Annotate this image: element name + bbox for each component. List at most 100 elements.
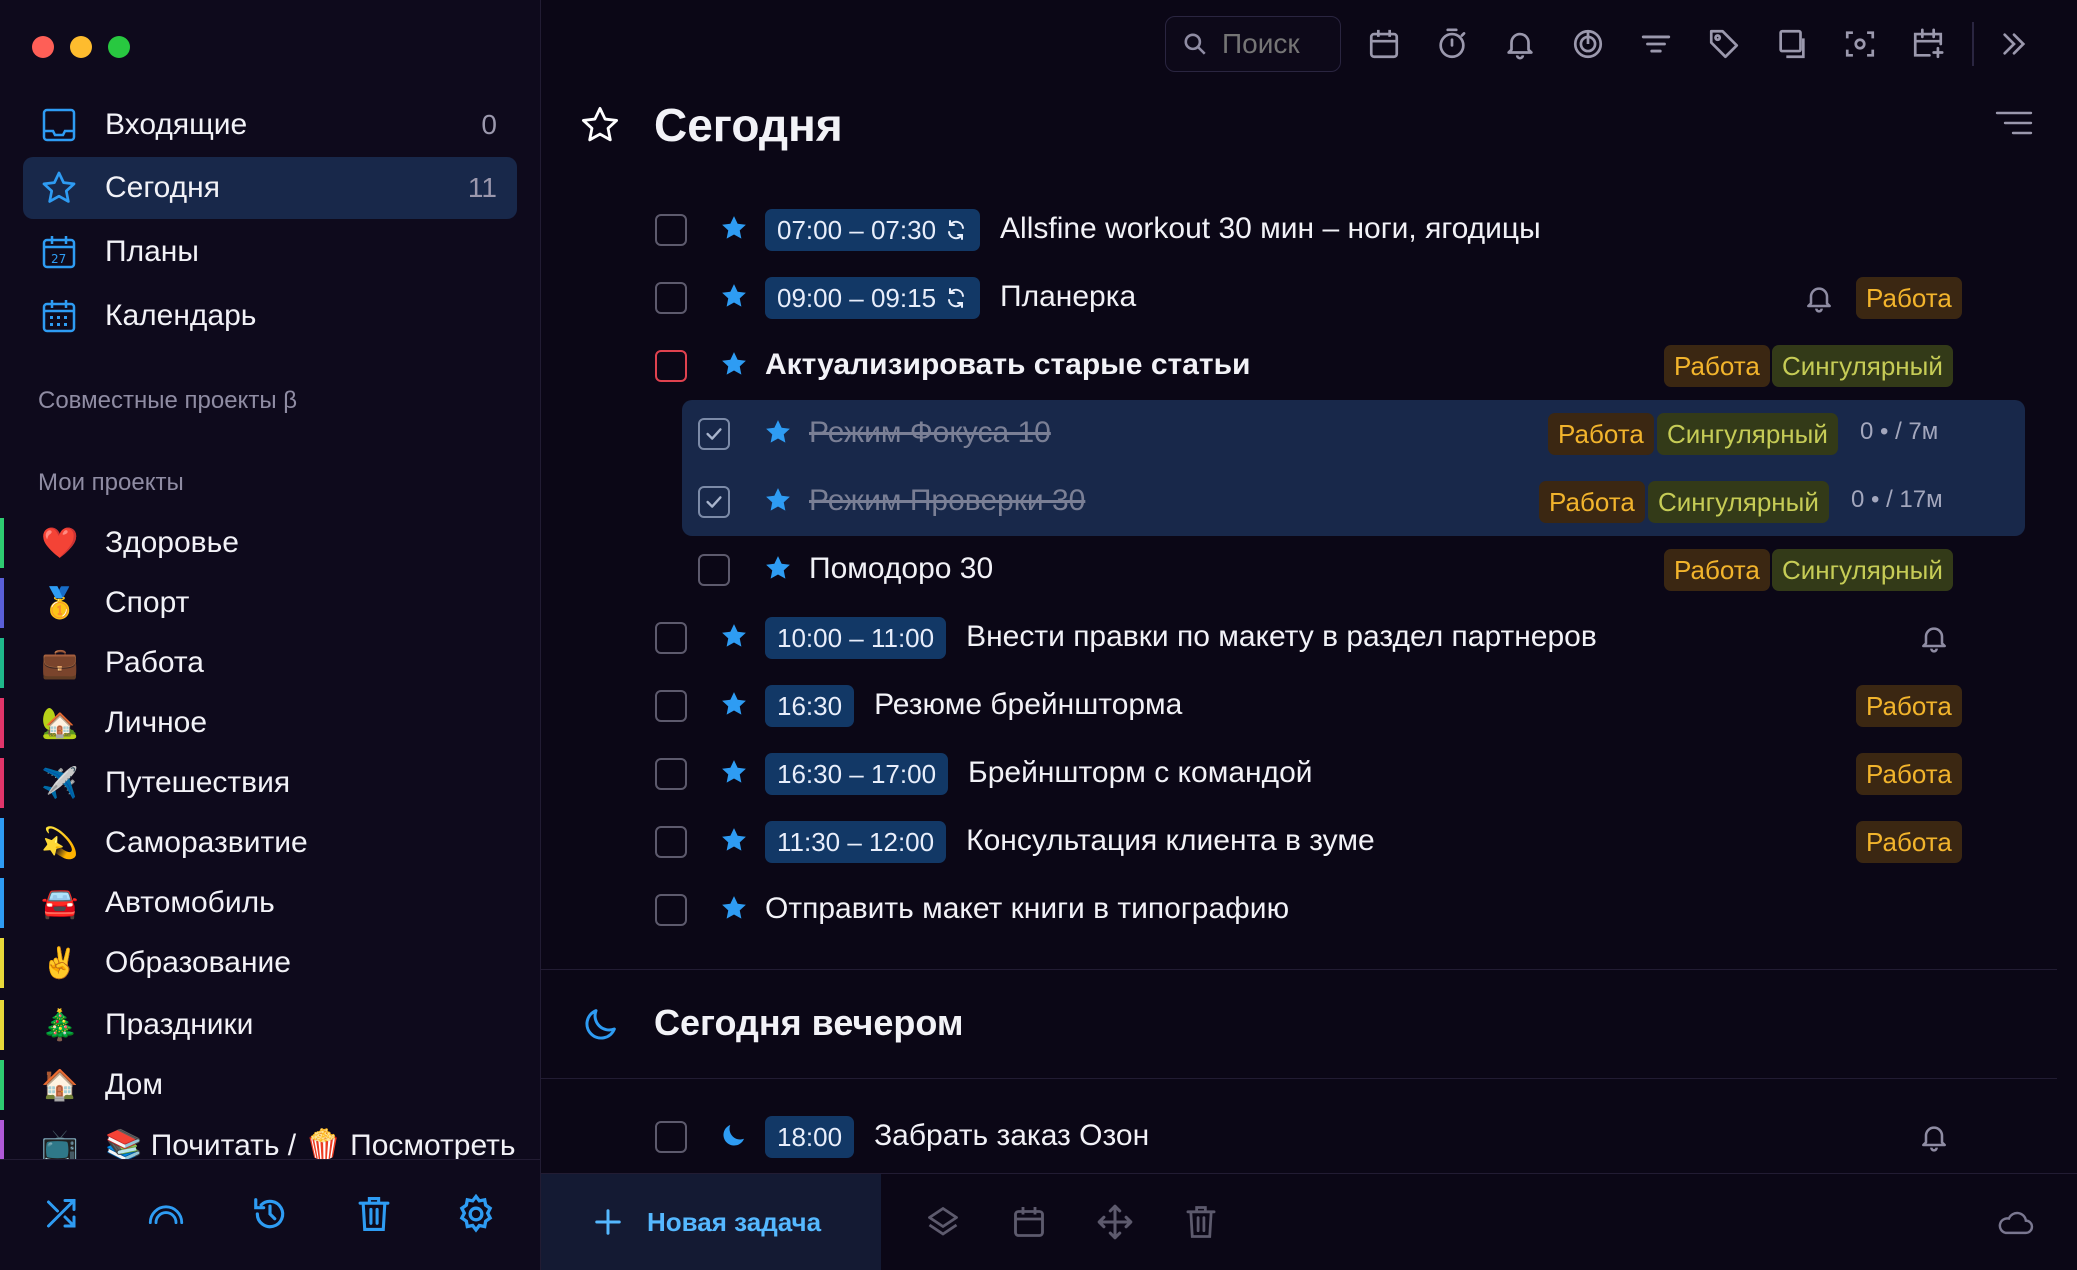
- task-checkbox[interactable]: [655, 622, 687, 654]
- tag-badge[interactable]: Работа: [1856, 753, 1962, 795]
- history-icon[interactable]: [246, 1190, 294, 1238]
- task-title[interactable]: Забрать заказ Озон: [874, 1119, 1149, 1153]
- trash-icon[interactable]: [1177, 1198, 1225, 1246]
- filter-icon[interactable]: [1634, 22, 1678, 66]
- tag-badge[interactable]: Работа: [1664, 345, 1770, 387]
- task-title[interactable]: Режим Проверки 30: [809, 484, 1085, 518]
- my-projects-header[interactable]: Мои проекты: [38, 469, 184, 497]
- minimize-window-button[interactable]: [70, 36, 92, 58]
- task-title[interactable]: Режим Фокуса 10: [809, 416, 1051, 450]
- add-calendar-icon[interactable]: [1906, 22, 1950, 66]
- bell-icon[interactable]: [1918, 622, 1950, 654]
- tag-badge[interactable]: Работа: [1539, 481, 1645, 523]
- task-title[interactable]: Планерка: [1000, 280, 1136, 314]
- zoom-window-button[interactable]: [108, 36, 130, 58]
- task-checkbox[interactable]: [655, 758, 687, 790]
- screenshot-icon[interactable]: [1838, 22, 1882, 66]
- task-time-badge[interactable]: 07:00 – 07:30: [765, 209, 981, 251]
- calendar-icon[interactable]: [1362, 22, 1406, 66]
- project-item[interactable]: 🎄 Праздники: [0, 996, 540, 1054]
- tag-icon[interactable]: [1702, 22, 1746, 66]
- task-checkbox[interactable]: [655, 826, 687, 858]
- task-checkbox[interactable]: [655, 350, 687, 382]
- task-title[interactable]: Резюме брейншторма: [874, 688, 1182, 722]
- tag-badge[interactable]: Сингулярный: [1657, 413, 1838, 455]
- sort-menu-icon[interactable]: [1995, 108, 2035, 142]
- task-title[interactable]: Брейншторм с командой: [968, 756, 1313, 790]
- project-item[interactable]: 🏠 Дом: [0, 1056, 540, 1114]
- tag-badge[interactable]: Сингулярный: [1772, 549, 1953, 591]
- cloud-sync-icon[interactable]: [1991, 1198, 2039, 1246]
- task-row[interactable]: 07:00 – 07:30 Allsfine workout 30 мин – н…: [541, 196, 2077, 264]
- nav-item-plans[interactable]: 27 Планы: [23, 221, 517, 283]
- tag-badge[interactable]: Работа: [1548, 413, 1654, 455]
- task-row[interactable]: 16:30 – 17:00 Брейншторм с командой Работа: [541, 740, 2077, 808]
- timer-icon[interactable]: [1430, 22, 1474, 66]
- task-title[interactable]: Актуализировать старые статьи: [765, 348, 1250, 382]
- task-checkbox[interactable]: [655, 282, 687, 314]
- project-item[interactable]: 🚘 Автомобиль: [0, 874, 540, 932]
- task-time-badge[interactable]: 11:30 – 12:00: [765, 821, 947, 863]
- task-checkbox[interactable]: [655, 1121, 687, 1153]
- task-checkbox[interactable]: [698, 554, 730, 586]
- task-row[interactable]: 18:00 Забрать заказ Озон: [541, 1103, 2077, 1171]
- task-checkbox[interactable]: [698, 486, 730, 518]
- task-row[interactable]: 10:00 – 11:00 Внести правки по макету в р…: [541, 604, 2077, 672]
- focus-mode-icon[interactable]: [1770, 22, 1814, 66]
- task-row[interactable]: Отправить макет книги в типографию: [541, 876, 2077, 944]
- task-row[interactable]: 16:30 Резюме брейншторма Работа: [541, 672, 2077, 740]
- task-row[interactable]: Актуализировать старые статьи Работа Сингу…: [541, 332, 2077, 400]
- bell-icon[interactable]: [1498, 22, 1542, 66]
- close-window-button[interactable]: [32, 36, 54, 58]
- move-icon[interactable]: [1091, 1198, 1139, 1246]
- search-input[interactable]: [1220, 27, 1334, 61]
- task-title[interactable]: Отправить макет книги в типографию: [765, 892, 1289, 926]
- nav-item-today[interactable]: Сегодня 11: [23, 157, 517, 219]
- chevrons-right-icon[interactable]: [1992, 22, 2036, 66]
- bell-icon[interactable]: [1918, 1121, 1950, 1153]
- task-title[interactable]: Консультация клиента в зуме: [966, 824, 1375, 858]
- task-checkbox[interactable]: [655, 894, 687, 926]
- bell-icon[interactable]: [1803, 282, 1835, 314]
- calendar-icon[interactable]: [1005, 1198, 1053, 1246]
- task-title[interactable]: Помодоро 30: [809, 552, 993, 586]
- task-row[interactable]: 11:30 – 12:00 Консультация клиента в зуме…: [541, 808, 2077, 876]
- task-time-badge[interactable]: 16:30 – 17:00: [765, 753, 949, 795]
- nav-item-calendar[interactable]: Календарь: [23, 285, 517, 347]
- task-time-badge[interactable]: 18:00: [765, 1116, 855, 1158]
- task-checkbox[interactable]: [655, 214, 687, 246]
- task-checkbox[interactable]: [698, 418, 730, 450]
- project-item[interactable]: 💼 Работа: [0, 634, 540, 692]
- task-row[interactable]: Режим Фокуса 10 Работа Сингулярный 0 • / 7м: [541, 400, 2077, 468]
- task-time-badge[interactable]: 16:30: [765, 685, 855, 727]
- project-item[interactable]: 🏡 Личное: [0, 694, 540, 752]
- task-title[interactable]: Allsfine workout 30 мин – ноги, ягодицы: [1000, 212, 1541, 246]
- tag-badge[interactable]: Работа: [1856, 277, 1962, 319]
- tag-badge[interactable]: Работа: [1856, 821, 1962, 863]
- project-item[interactable]: ✌️ Образование: [0, 934, 540, 992]
- speedometer-icon[interactable]: [142, 1190, 190, 1238]
- new-task-button[interactable]: Новая задача: [541, 1174, 881, 1270]
- tag-badge[interactable]: Работа: [1856, 685, 1962, 727]
- project-item[interactable]: ❤️ Здоровье: [0, 514, 540, 572]
- task-row[interactable]: Режим Проверки 30 Работа Сингулярный 0 • / …: [541, 468, 2077, 536]
- search-box[interactable]: [1165, 16, 1341, 72]
- task-checkbox[interactable]: [655, 690, 687, 722]
- shared-projects-header[interactable]: Совместные проекты β: [38, 387, 297, 415]
- task-time-badge[interactable]: 10:00 – 11:00: [765, 617, 947, 659]
- nav-item-inbox[interactable]: Входящие 0: [23, 94, 517, 156]
- project-item[interactable]: ✈️ Путешествия: [0, 754, 540, 812]
- pomodoro-icon[interactable]: [1566, 22, 1610, 66]
- tag-badge[interactable]: Сингулярный: [1772, 345, 1953, 387]
- shuffle-icon[interactable]: [38, 1190, 86, 1238]
- project-item[interactable]: 🥇 Спорт: [0, 574, 540, 632]
- task-row[interactable]: Помодоро 30 Работа Сингулярный: [541, 536, 2077, 604]
- task-row[interactable]: 09:00 – 09:15 Планерка Работа: [541, 264, 2077, 332]
- project-item[interactable]: 💫 Саморазвитие: [0, 814, 540, 872]
- settings-gear-icon[interactable]: [452, 1190, 500, 1238]
- tag-badge[interactable]: Работа: [1664, 549, 1770, 591]
- layers-icon[interactable]: [919, 1198, 967, 1246]
- tag-badge[interactable]: Сингулярный: [1648, 481, 1829, 523]
- trash-icon[interactable]: [350, 1190, 398, 1238]
- task-time-badge[interactable]: 09:00 – 09:15: [765, 277, 981, 319]
